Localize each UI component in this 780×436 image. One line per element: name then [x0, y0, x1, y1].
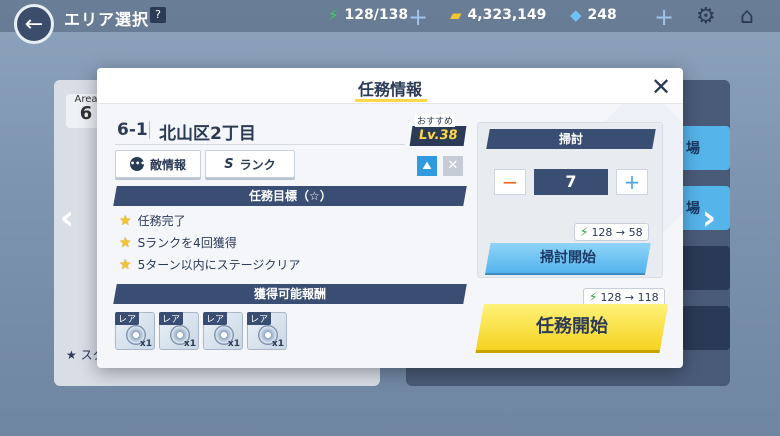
rarity-tag: レア — [247, 312, 272, 325]
reward-count: x1 — [139, 339, 152, 349]
rewards-header-label: 獲得可能報酬 — [253, 287, 326, 301]
rarity-tag: レア — [115, 312, 140, 325]
objectives-header-label: 任務目標（☆） — [248, 189, 332, 203]
reward-count: x1 — [183, 339, 196, 349]
objective-text: 任務完了 — [137, 214, 186, 228]
reward-count: x1 — [227, 339, 240, 349]
gems-value: 248 — [587, 7, 617, 23]
gems-plus-button[interactable]: + — [654, 3, 674, 31]
mission-start-label: 任務開始 — [536, 316, 608, 337]
disabled-icon: ✕ — [443, 156, 463, 176]
rewards-header: 獲得可能報酬 — [113, 284, 467, 304]
objectives-header: 任務目標（☆） — [113, 186, 467, 206]
lightning-icon: ⚡ — [328, 6, 339, 24]
star-icon: ★ — [119, 234, 132, 251]
gem-icon: ◆ — [570, 6, 582, 24]
rank-label: ランク — [239, 157, 276, 172]
divider — [149, 121, 150, 139]
reward-count: x1 — [271, 339, 284, 349]
recommended-level: Lv.38 おすすめ — [409, 114, 467, 148]
credit-icon: ▰ — [450, 6, 462, 24]
divider — [115, 144, 405, 145]
background-stage-button-4[interactable] — [680, 306, 730, 350]
ap-plus-button[interactable]: + — [408, 3, 428, 31]
sweep-cost: ⚡ 128 → 58 — [574, 223, 649, 241]
reward-item[interactable]: レア x1 — [247, 312, 287, 350]
mission-start-button[interactable]: 任務開始 — [475, 304, 669, 350]
terrain-icon: ⛰ — [417, 156, 437, 176]
arrow-left-icon: ← — [24, 11, 44, 37]
recommended-label: おすすめ — [415, 114, 456, 127]
sweep-panel: 掃討 − 7 + ⚡ 128 → 58 掃討開始 — [477, 122, 663, 278]
credits-value: 4,323,149 — [467, 7, 547, 23]
objective-text: 5ターン以内にステージクリア — [137, 258, 301, 272]
star-icon: ★ — [119, 256, 132, 273]
recommended-level-value: Lv.38 — [409, 126, 467, 146]
background-stage-button-1[interactable]: 場 — [680, 126, 730, 170]
ap-value: 128/138 — [344, 7, 409, 23]
objective-text: Sランクを4回獲得 — [137, 236, 237, 250]
reward-item[interactable]: レア x1 — [203, 312, 243, 350]
page-title: エリア選択 — [64, 10, 150, 29]
rank-button[interactable]: S ランク — [205, 150, 295, 178]
sweep-cost-value: 128 → 58 — [591, 225, 643, 239]
stage-name: 北山区2丁目 — [159, 124, 256, 144]
star-icon: ★ — [119, 212, 132, 229]
home-icon[interactable]: ⌂ — [740, 4, 754, 29]
increment-button[interactable]: + — [616, 169, 648, 195]
background-stage-button-3[interactable] — [680, 246, 730, 290]
rank-s-icon: S — [224, 156, 234, 172]
enemy-info-button[interactable]: ••• 敵情報 — [115, 150, 201, 178]
dialog-title: 任務情報 — [357, 80, 422, 99]
rarity-tag: レア — [159, 312, 184, 325]
reward-item[interactable]: レア x1 — [115, 312, 155, 350]
sweep-header: 掃討 — [486, 129, 656, 149]
sweep-start-button[interactable]: 掃討開始 — [485, 243, 651, 273]
enemy-info-label: 敵情報 — [149, 157, 186, 172]
gear-icon[interactable]: ⚙ — [696, 4, 716, 29]
sweep-start-label: 掃討開始 — [540, 250, 596, 266]
background-stage-button-label: 場 — [686, 201, 700, 217]
reward-item[interactable]: レア x1 — [159, 312, 199, 350]
chevron-left-icon[interactable]: ‹ — [60, 198, 74, 238]
lightning-icon: ⚡ — [580, 225, 589, 239]
gems-counter: ◆ 248 — [570, 6, 617, 24]
close-icon[interactable]: ✕ — [651, 73, 671, 101]
title-underline — [355, 99, 427, 102]
objective-item: ★ 任務完了 — [119, 212, 186, 229]
decrement-button[interactable]: − — [494, 169, 526, 195]
chevron-right-icon[interactable]: › — [702, 198, 716, 238]
back-button[interactable]: ← — [14, 4, 54, 44]
help-button[interactable]: ? — [150, 7, 166, 23]
objective-item: ★ 5ターン以内にステージクリア — [119, 256, 300, 273]
credits-counter: ▰ 4,323,149 — [450, 6, 546, 24]
sweep-header-label: 掃討 — [558, 132, 583, 146]
speech-bubble-icon: ••• — [129, 157, 145, 171]
objective-item: ★ Sランクを4回獲得 — [119, 234, 237, 251]
mission-info-dialog: 任務情報 ✕ 6-1 北山区2丁目 Lv.38 おすすめ ••• 敵情報 S ラ… — [97, 68, 683, 368]
rarity-tag: レア — [203, 312, 228, 325]
mission-cost-value: 128 → 118 — [600, 290, 659, 304]
background-stage-button-label: 場 — [686, 141, 700, 157]
sweep-count: 7 — [534, 169, 608, 195]
lightning-icon: ⚡ — [589, 290, 598, 304]
stage-number: 6-1 — [117, 120, 148, 140]
ap-counter: ⚡ 128/138 — [328, 6, 408, 24]
